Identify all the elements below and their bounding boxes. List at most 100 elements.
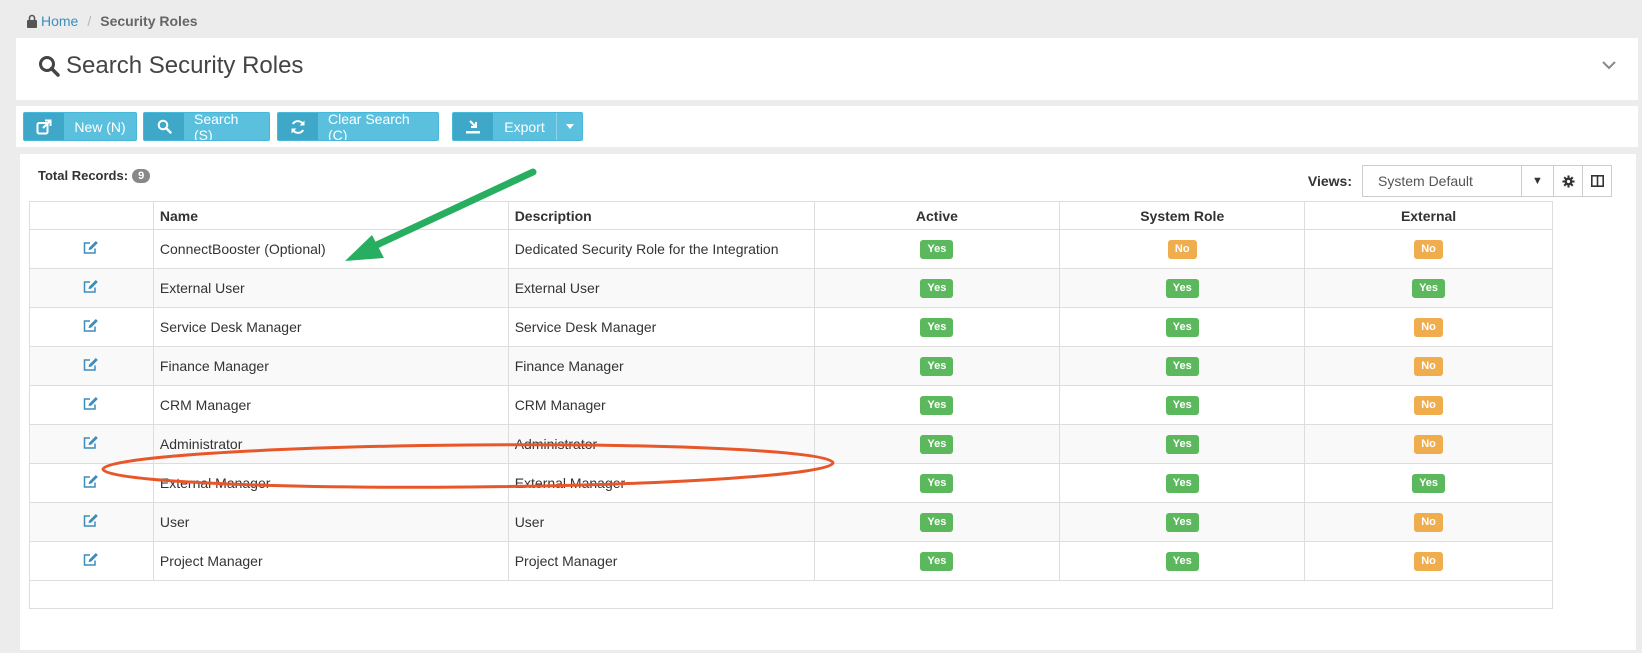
total-records-label: Total Records: [38,168,129,183]
edit-icon[interactable] [83,436,99,453]
new-button[interactable]: New (N) [23,112,137,141]
edit-cell [29,346,154,386]
edit-cell [29,502,154,542]
external-cell: No [1304,424,1553,464]
status-badge: Yes [920,240,954,259]
column-header-name[interactable]: Name [152,201,509,230]
status-badge: Yes [920,357,954,376]
search-icon [39,56,60,77]
search-panel-title-text: Search Security Roles [66,52,304,79]
edit-icon[interactable] [83,241,99,258]
column-header-edit [29,201,154,230]
external-cell: Yes [1304,268,1553,308]
status-badge: Yes [1165,318,1199,337]
views-dropdown-icon[interactable]: ▼ [1522,165,1554,197]
breadcrumb-current: Security Roles [100,13,198,29]
toolbar: New (N) Search (S) Clear Search (C) Expo… [16,106,1638,147]
status-badge: Yes [920,318,954,337]
column-header-description[interactable]: Description [507,201,815,230]
edit-cell [29,541,154,581]
description-cell: External User [507,268,815,308]
name-cell: External User [152,268,509,308]
external-link-icon [24,113,64,140]
export-button[interactable]: Export [452,112,583,141]
name-cell: CRM Manager [152,385,509,425]
active-cell: Yes [813,424,1061,464]
edit-icon[interactable] [83,514,99,531]
total-records-badge: 9 [132,168,151,183]
edit-icon[interactable] [83,358,99,375]
status-badge: Yes [1412,279,1446,298]
description-cell: External Manager [507,463,815,503]
description-cell: Project Manager [507,541,815,581]
search-button[interactable]: Search (S) [143,112,270,141]
views-select[interactable]: System Default [1362,165,1522,197]
status-badge: No [1167,240,1197,259]
edit-icon[interactable] [83,280,99,297]
status-badge: Yes [920,435,954,454]
table-row[interactable]: User User Yes Yes No [29,502,1553,542]
name-cell: Service Desk Manager [152,307,509,347]
search-panel-title[interactable]: Search Security Roles [38,52,303,80]
table-empty-row [29,580,1553,609]
views-selector: Views: System Default ▼ [1308,165,1612,197]
description-cell: Administrator [507,424,815,464]
status-badge: Yes [1165,474,1199,493]
status-badge: Yes [920,552,954,571]
breadcrumb-home-link[interactable]: Home [41,13,78,29]
status-badge: Yes [1412,474,1446,493]
edit-icon[interactable] [83,475,99,492]
status-badge: Yes [1165,552,1199,571]
gear-icon[interactable] [1554,165,1583,197]
column-header-active[interactable]: Active [813,201,1061,230]
table-row[interactable]: External Manager External Manager Yes Yes Ye… [29,463,1553,503]
system-role-cell: No [1059,229,1306,269]
active-cell: Yes [813,268,1061,308]
edit-cell [29,424,154,464]
edit-cell [29,229,154,269]
description-cell: Dedicated Security Role for the Integrat… [507,229,815,269]
edit-cell [29,307,154,347]
active-cell: Yes [813,307,1061,347]
description-cell: User [507,502,815,542]
edit-icon[interactable] [83,553,99,570]
breadcrumb-separator: / [87,13,92,29]
active-cell: Yes [813,346,1061,386]
table-row[interactable]: Service Desk Manager Service Desk Manager… [29,307,1553,347]
edit-icon[interactable] [83,319,99,336]
table-row[interactable]: CRM Manager CRM Manager Yes Yes No [29,385,1553,425]
external-cell: No [1304,307,1553,347]
status-badge: Yes [920,279,954,298]
external-cell: No [1304,385,1553,425]
status-badge: Yes [1165,357,1199,376]
search-icon [144,113,184,140]
active-cell: Yes [813,502,1061,542]
system-role-cell: Yes [1059,463,1306,503]
status-badge: Yes [920,396,954,415]
table-row[interactable]: Administrator Administrator Yes Yes No [29,424,1553,464]
table-row[interactable]: ConnectBooster (Optional) Dedicated Secur… [29,229,1553,269]
column-header-external[interactable]: External [1304,201,1553,230]
status-badge: Yes [1165,435,1199,454]
status-badge: No [1414,318,1443,337]
chevron-down-icon[interactable] [1602,60,1616,70]
active-cell: Yes [813,541,1061,581]
external-cell: No [1304,346,1553,386]
table-row[interactable]: External User External User Yes Yes Yes [29,268,1553,308]
clear-search-button[interactable]: Clear Search (C) [277,112,439,141]
edit-icon[interactable] [83,397,99,414]
refresh-icon [278,113,318,140]
table-row[interactable]: Project Manager Project Manager Yes Yes No [29,541,1553,581]
active-cell: Yes [813,385,1061,425]
export-dropdown-caret-icon[interactable] [556,113,582,140]
status-badge: No [1414,240,1443,259]
edit-cell [29,268,154,308]
export-icon [453,113,493,140]
column-header-system-role[interactable]: System Role [1059,201,1306,230]
external-cell: Yes [1304,463,1553,503]
name-cell: Administrator [152,424,509,464]
description-cell: Service Desk Manager [507,307,815,347]
active-cell: Yes [813,229,1061,269]
table-row[interactable]: Finance Manager Finance Manager Yes Yes No [29,346,1553,386]
columns-icon[interactable] [1583,165,1612,197]
